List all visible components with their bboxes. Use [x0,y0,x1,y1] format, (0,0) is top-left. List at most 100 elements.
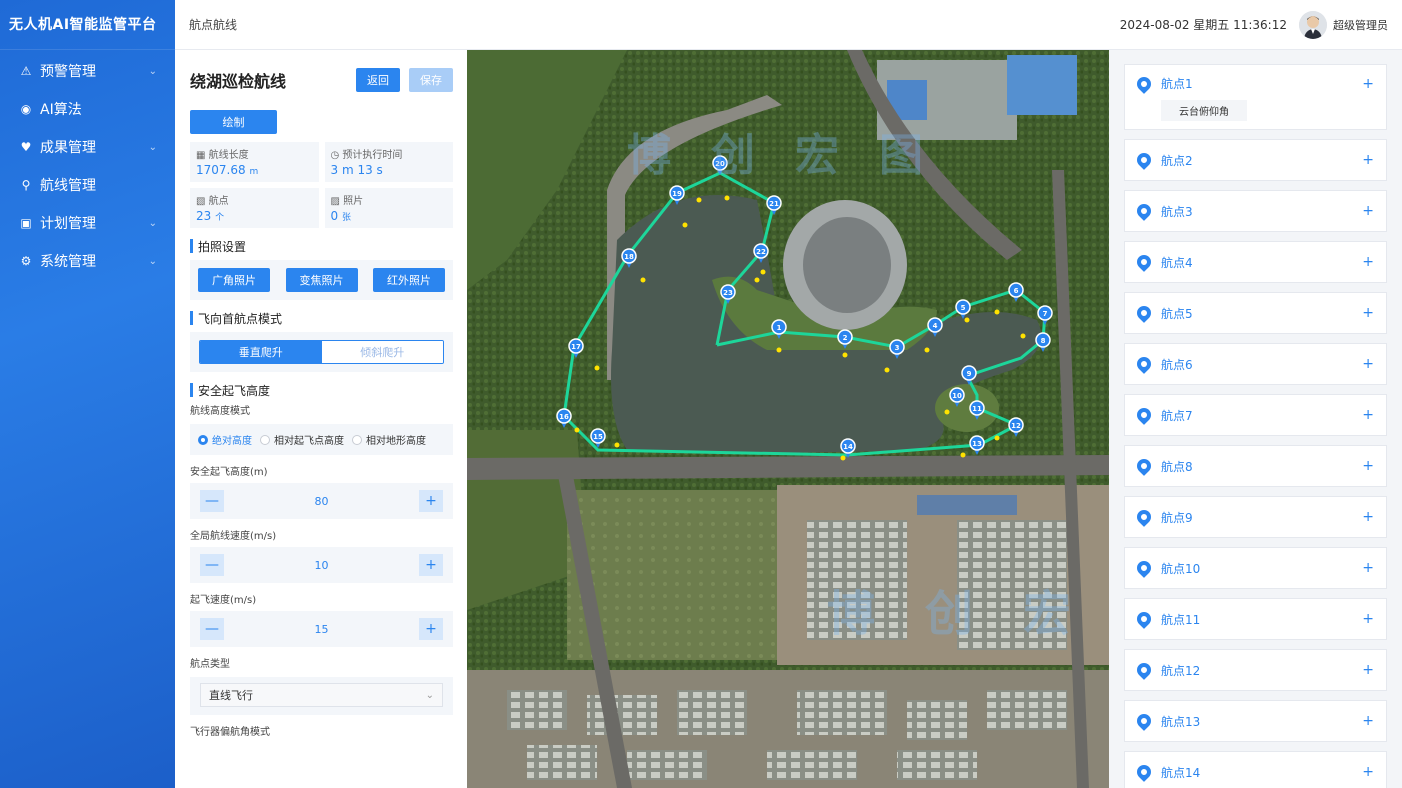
svg-text:23: 23 [723,289,733,297]
global-speed-value[interactable]: 10 [224,559,419,572]
user-name[interactable]: 超级管理员 [1333,17,1388,33]
add-action-button[interactable]: + [1362,560,1374,576]
takeoff-speed-stepper: — 15 + [200,617,443,641]
map-pin-icon [1134,507,1154,527]
increment-button[interactable]: + [419,554,443,576]
waypoint-card-9[interactable]: 航点9 + [1124,496,1387,538]
add-action-button[interactable]: + [1362,203,1374,219]
waypoint-card-3[interactable]: 航点3 + [1124,190,1387,232]
add-action-button[interactable]: + [1362,407,1374,423]
sidebar-item-results[interactable]: ♥ 成果管理 ⌄ [0,128,175,166]
add-action-button[interactable]: + [1362,254,1374,270]
header: 航点航线 2024-08-02 星期五 11:36:12 超级管理员 [175,0,1402,50]
route-stats: ▦ 航线长度 1707.68 m ◷ 预计执行时间 3 m 13 s ▧ 航点 … [190,142,453,228]
waypoint-card-14[interactable]: 航点14 + [1124,751,1387,788]
gimbal-pitch-tag[interactable]: 云台俯仰角 [1161,100,1247,121]
sidebar: 无人机AI智能监管平台 ⚠ 预警管理 ⌄ ◉ AI算法 ♥ 成果管理 ⌄ ⚲ 航… [0,0,175,788]
add-action-button[interactable]: + [1362,458,1374,474]
height-mode-radios: 绝对高度 相对起飞点高度 相对地形高度 [190,424,453,455]
sidebar-item-ai[interactable]: ◉ AI算法 [0,90,175,128]
add-action-button[interactable]: + [1362,713,1374,729]
add-action-button[interactable]: + [1362,152,1374,168]
waypoint-card-1[interactable]: 航点1 + 云台俯仰角 [1124,64,1387,130]
radio-relative-terrain-height[interactable]: 相对地形高度 [352,432,426,447]
waypoint-card-5[interactable]: 航点5 + [1124,292,1387,334]
waypoint-card-4[interactable]: 航点4 + [1124,241,1387,283]
vertical-climb-option[interactable]: 垂直爬升 [200,341,322,363]
safe-height-value[interactable]: 80 [224,495,419,508]
waypoint-card-11[interactable]: 航点11 + [1124,598,1387,640]
svg-text:19: 19 [672,190,682,198]
route-config-panel: 绕湖巡检航线 返回 保存 绘制 ▦ 航线长度 1707.68 m ◷ 预计执行时… [175,50,467,788]
waypoint-card-2[interactable]: 航点2 + [1124,139,1387,181]
decrement-button[interactable]: — [200,490,224,512]
waypoint-type-select[interactable]: 直线飞行 ⌄ [200,683,443,707]
photo-icon: ▨ [330,196,340,207]
radio-absolute-height[interactable]: 绝对高度 [198,432,252,447]
ruler-icon: ▦ [196,150,206,161]
add-action-button[interactable]: + [1362,305,1374,321]
user-avatar-icon [1299,10,1327,39]
svg-text:7: 7 [1043,310,1048,318]
satellite-map[interactable]: 1 2 3 4 5 6 7 8 9 10 11 12 13 14 15 16 17 18 19 20 21 22 23 博创… [467,50,1109,788]
stat-length: ▦ 航线长度 1707.68 m [190,142,319,182]
chevron-down-icon: ⌄ [148,217,157,229]
climb-mode-toggle: 垂直爬升 倾斜爬升 [199,340,444,364]
svg-text:17: 17 [571,343,581,351]
add-action-button[interactable]: + [1362,509,1374,525]
stat-time: ◷ 预计执行时间 3 m 13 s [324,142,453,182]
breadcrumb: 航点航线 [189,18,238,32]
waypoint-card-7[interactable]: 航点7 + [1124,394,1387,436]
waypoint-icon: ▧ [196,196,206,207]
add-action-button[interactable]: + [1362,76,1374,92]
add-action-button[interactable]: + [1362,611,1374,627]
map-pin-icon [1134,73,1154,94]
back-button[interactable]: 返回 [356,68,400,92]
oblique-climb-option[interactable]: 倾斜爬升 [321,341,443,363]
waypoint-card-8[interactable]: 航点8 + [1124,445,1387,487]
radio-relative-takeoff-height[interactable]: 相对起飞点高度 [260,432,344,447]
waypoint-list: 航点1 + 云台俯仰角 航点2 + 航点3 + 航点4 + 航点5 + 航点6 + 航点7 + 航点8 +… [1109,50,1402,788]
svg-text:2: 2 [843,334,848,342]
waypoint-card-6[interactable]: 航点6 + [1124,343,1387,385]
map-pin-icon [1134,762,1154,782]
waypoint-card-12[interactable]: 航点12 + [1124,649,1387,691]
map-pin-icon [1134,252,1154,272]
draw-button[interactable]: 绘制 [190,110,277,134]
add-action-button[interactable]: + [1362,356,1374,372]
infrared-photo-button[interactable]: 红外照片 [373,268,445,292]
chevron-down-icon: ⌄ [425,689,434,701]
wide-photo-button[interactable]: 广角照片 [198,268,270,292]
sidebar-item-alerts[interactable]: ⚠ 预警管理 ⌄ [0,52,175,90]
increment-button[interactable]: + [419,490,443,512]
sidebar-item-system[interactable]: ⚙ 系统管理 ⌄ [0,242,175,280]
avatar[interactable] [1299,10,1327,39]
decrement-button[interactable]: — [200,618,224,640]
svg-text:21: 21 [769,200,779,208]
sidebar-item-routes[interactable]: ⚲ 航线管理 [0,166,175,204]
increment-button[interactable]: + [419,618,443,640]
svg-text:16: 16 [559,413,569,421]
waypoint-type-label: 航点类型 [190,659,230,670]
map-pin-icon [1134,660,1154,680]
map-pin-icon [1134,456,1154,476]
svg-text:11: 11 [972,405,982,413]
photo-buttons: 广角照片 变焦照片 红外照片 [190,260,453,300]
waypoint-card-13[interactable]: 航点13 + [1124,700,1387,742]
section-photo-settings: 拍照设置 [190,238,453,254]
save-button[interactable]: 保存 [409,68,453,92]
waypoint-card-10[interactable]: 航点10 + [1124,547,1387,589]
map-pin-icon [1134,711,1154,731]
clock-icon: ◷ [330,150,340,161]
takeoff-speed-value[interactable]: 15 [224,623,419,636]
sidebar-item-plans[interactable]: ▣ 计划管理 ⌄ [0,204,175,242]
decrement-button[interactable]: — [200,554,224,576]
watermark-top: 博创宏图 [627,130,963,181]
zoom-photo-button[interactable]: 变焦照片 [285,268,358,292]
svg-text:9: 9 [967,370,972,378]
add-action-button[interactable]: + [1362,662,1374,678]
svg-text:4: 4 [933,322,938,330]
add-action-button[interactable]: + [1362,764,1374,780]
route-title: 绕湖巡检航线 [190,72,287,91]
global-speed-stepper: — 10 + [200,553,443,577]
